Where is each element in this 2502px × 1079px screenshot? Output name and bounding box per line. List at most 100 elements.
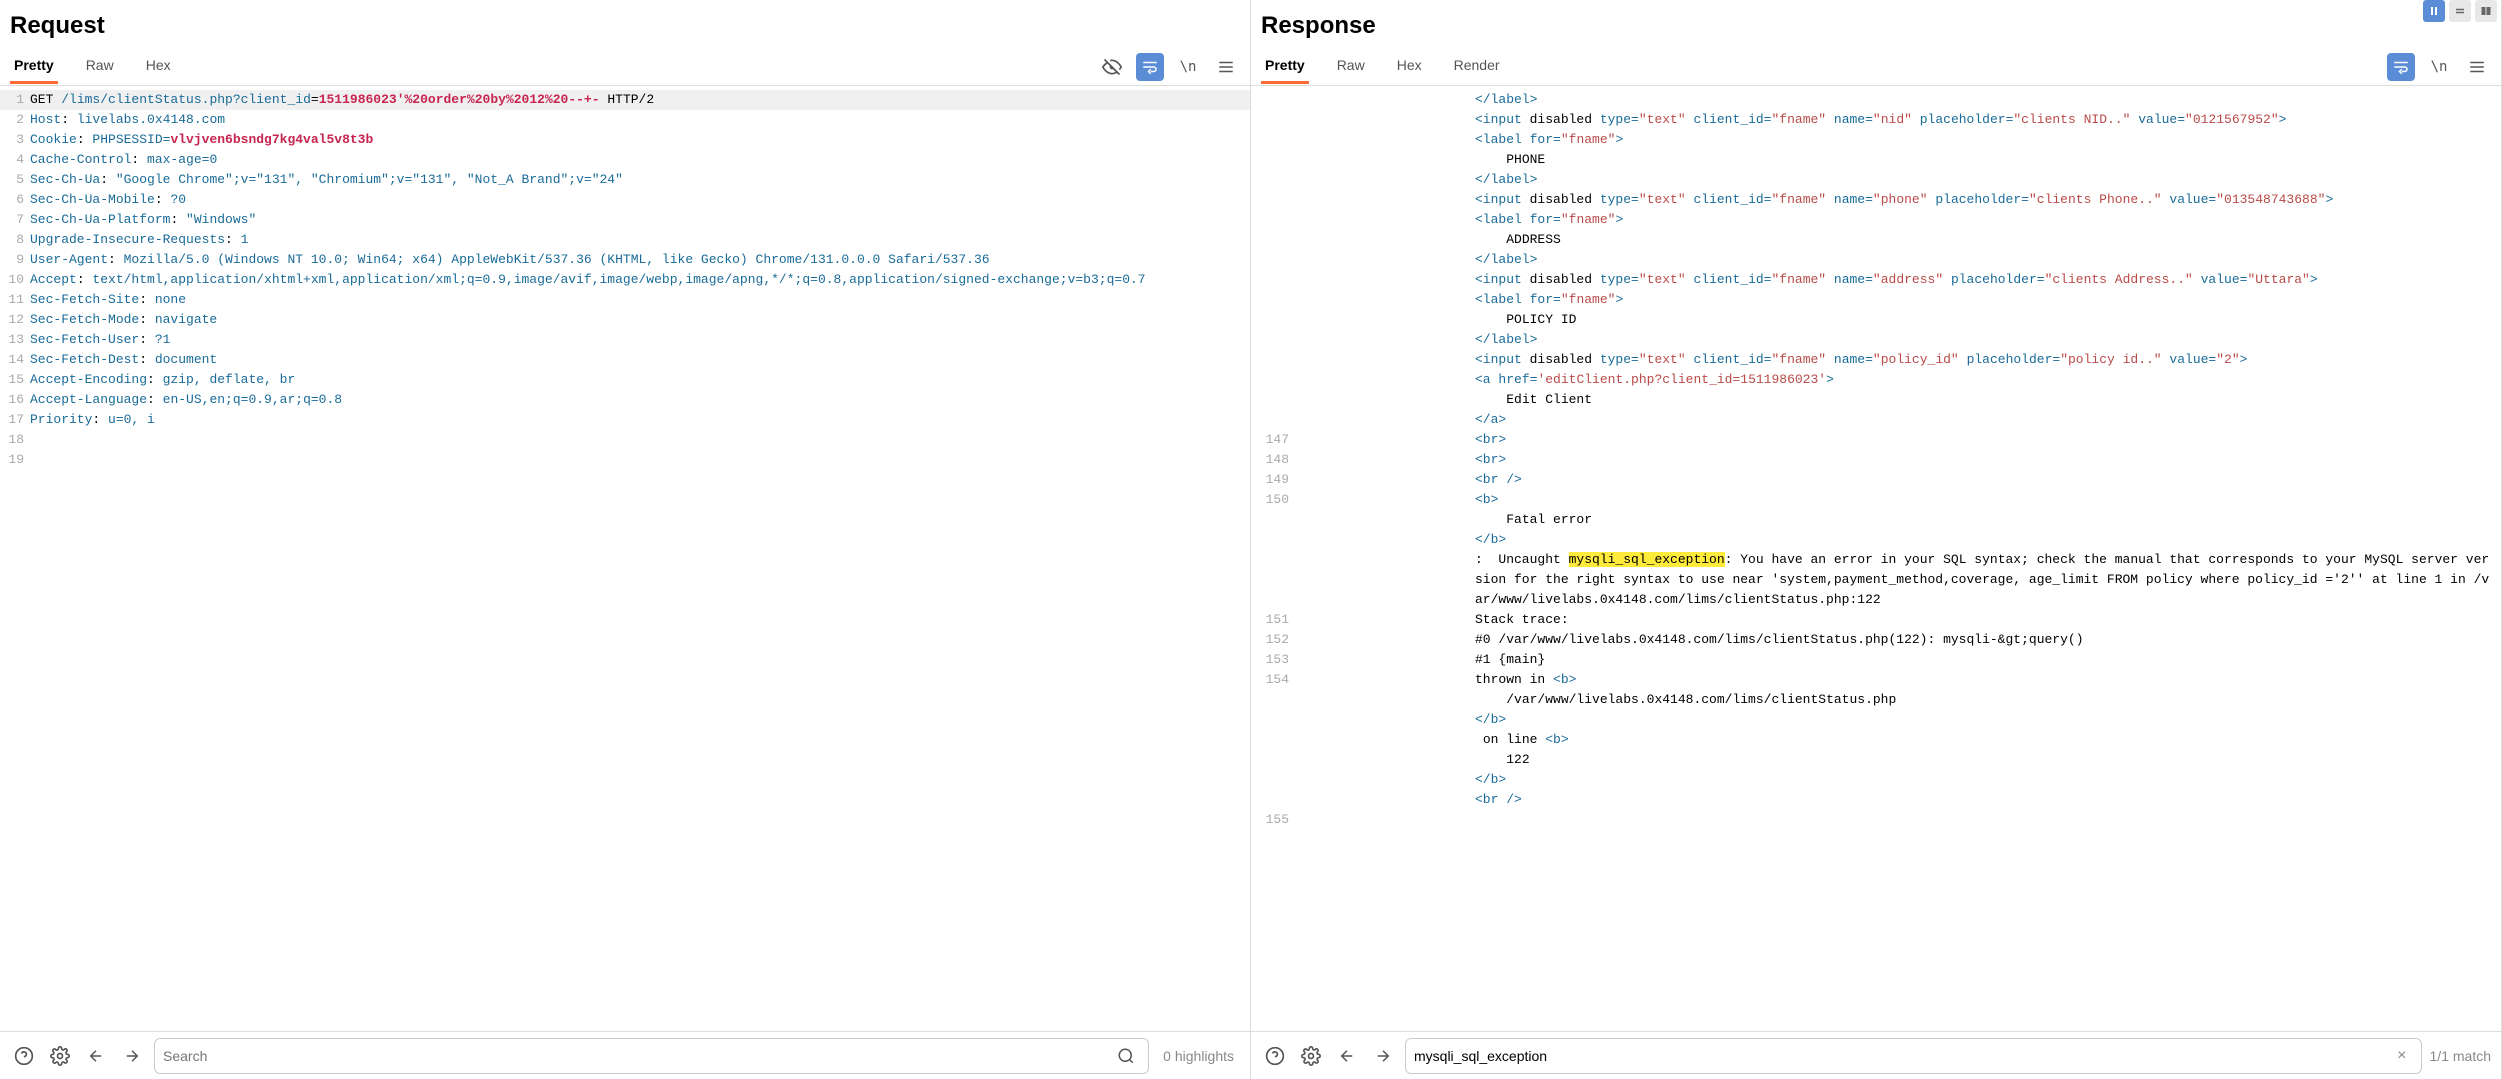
code-line[interactable]: 149<br /> [1251,470,2501,490]
code-line[interactable]: : Uncaught mysqli_sql_exception: You hav… [1251,550,2501,610]
code-line[interactable]: 150<b> [1251,490,2501,510]
line-number: 7 [0,210,30,230]
code-line[interactable]: 11Sec-Fetch-Site: none [0,290,1250,310]
code-line[interactable]: <br /> [1251,790,2501,810]
code-line[interactable]: <label for="fname"> [1251,210,2501,230]
line-number: 1 [0,90,30,110]
code-line[interactable]: 5Sec-Ch-Ua: "Google Chrome";v="131", "Ch… [0,170,1250,190]
code-line[interactable]: 3Cookie: PHPSESSID=vlvjven6bsndg7kg4val5… [0,130,1250,150]
request-search-input[interactable] [163,1048,1112,1064]
code-line[interactable]: 7Sec-Ch-Ua-Platform: "Windows" [0,210,1250,230]
response-code-area[interactable]: </label><input disabled type="text" clie… [1251,86,2501,1031]
code-line[interactable]: 17Priority: u=0, i [0,410,1250,430]
line-number [1251,510,1295,530]
code-line[interactable]: 4Cache-Control: max-age=0 [0,150,1250,170]
code-line[interactable]: 154thrown in <b> [1251,670,2501,690]
code-line[interactable]: 12Sec-Fetch-Mode: navigate [0,310,1250,330]
response-tabbar: Pretty Raw Hex Render \n [1251,48,2501,86]
line-number: 6 [0,190,30,210]
code-line[interactable]: 18 [0,430,1250,450]
line-number: 153 [1251,650,1295,670]
tab-pretty[interactable]: Pretty [10,49,58,84]
code-line[interactable]: </a> [1251,410,2501,430]
code-line[interactable]: POLICY ID [1251,310,2501,330]
response-search-input[interactable] [1414,1048,2391,1064]
help-icon[interactable] [1261,1042,1289,1070]
code-line[interactable]: 14Sec-Fetch-Dest: document [0,350,1250,370]
line-number [1251,710,1295,730]
pause-icon[interactable] [2423,0,2445,22]
tab-raw[interactable]: Raw [1333,49,1369,84]
code-line[interactable]: 6Sec-Ch-Ua-Mobile: ?0 [0,190,1250,210]
code-line[interactable]: 2Host: livelabs.0x4148.com [0,110,1250,130]
code-line[interactable]: 1GET /lims/clientStatus.php?client_id=15… [0,90,1250,110]
search-icon[interactable] [1112,1042,1140,1070]
code-line[interactable]: 8Upgrade-Insecure-Requests: 1 [0,230,1250,250]
layout-icon[interactable] [2475,0,2497,22]
gear-icon[interactable] [46,1042,74,1070]
code-line[interactable]: </b> [1251,770,2501,790]
line-content: <input disabled type="text" client_id="f… [1295,190,2501,210]
request-code-area[interactable]: 1GET /lims/clientStatus.php?client_id=15… [0,86,1250,1031]
code-line[interactable]: </label> [1251,330,2501,350]
code-line[interactable]: 122 [1251,750,2501,770]
code-line[interactable]: 10Accept: text/html,application/xhtml+xm… [0,270,1250,290]
wrap-lines-icon[interactable] [1136,53,1164,81]
code-line[interactable]: 19 [0,450,1250,470]
code-line[interactable]: <input disabled type="text" client_id="f… [1251,110,2501,130]
arrow-right-icon[interactable] [118,1042,146,1070]
code-line[interactable]: <label for="fname"> [1251,290,2501,310]
code-line[interactable]: 153#1 {main} [1251,650,2501,670]
code-line[interactable]: <a href='editClient.php?client_id=151198… [1251,370,2501,390]
line-number: 154 [1251,670,1295,690]
tab-render[interactable]: Render [1450,49,1504,84]
code-line[interactable]: <input disabled type="text" client_id="f… [1251,270,2501,290]
hamburger-icon[interactable] [1212,53,1240,81]
arrow-right-icon[interactable] [1369,1042,1397,1070]
code-line[interactable]: </b> [1251,530,2501,550]
equals-icon[interactable] [2449,0,2471,22]
code-line[interactable]: 152#0 /var/www/livelabs.0x4148.com/lims/… [1251,630,2501,650]
code-line[interactable]: 9User-Agent: Mozilla/5.0 (Windows NT 10.… [0,250,1250,270]
code-line[interactable]: 13Sec-Fetch-User: ?1 [0,330,1250,350]
visibility-off-icon[interactable] [1098,53,1126,81]
tab-raw[interactable]: Raw [82,49,118,84]
arrow-left-icon[interactable] [1333,1042,1361,1070]
line-content: <br> [1295,430,2501,450]
line-number: 14 [0,350,30,370]
code-line[interactable]: 147<br> [1251,430,2501,450]
code-line[interactable]: PHONE [1251,150,2501,170]
line-number: 2 [0,110,30,130]
code-line[interactable]: </label> [1251,90,2501,110]
code-line[interactable]: </label> [1251,250,2501,270]
newline-icon[interactable]: \n [1174,53,1202,81]
clear-icon[interactable]: × [2391,1047,2412,1065]
code-line[interactable]: /var/www/livelabs.0x4148.com/lims/client… [1251,690,2501,710]
arrow-left-icon[interactable] [82,1042,110,1070]
tab-pretty[interactable]: Pretty [1261,49,1309,84]
code-line[interactable]: </b> [1251,710,2501,730]
code-line[interactable]: 151Stack trace: [1251,610,2501,630]
wrap-lines-icon[interactable] [2387,53,2415,81]
code-line[interactable]: 155 [1251,810,2501,830]
code-line[interactable]: on line <b> [1251,730,2501,750]
tab-hex[interactable]: Hex [142,49,175,84]
code-line[interactable]: 148<br> [1251,450,2501,470]
code-line[interactable]: Edit Client [1251,390,2501,410]
code-line[interactable]: <input disabled type="text" client_id="f… [1251,350,2501,370]
code-line[interactable]: <label for="fname"> [1251,130,2501,150]
gear-icon[interactable] [1297,1042,1325,1070]
line-content: GET /lims/clientStatus.php?client_id=151… [30,90,1250,110]
line-number [1251,270,1295,290]
code-line[interactable]: </label> [1251,170,2501,190]
code-line[interactable]: ADDRESS [1251,230,2501,250]
line-content: 122 [1295,750,2501,770]
code-line[interactable]: 16Accept-Language: en-US,en;q=0.9,ar;q=0… [0,390,1250,410]
code-line[interactable]: Fatal error [1251,510,2501,530]
newline-icon[interactable]: \n [2425,53,2453,81]
tab-hex[interactable]: Hex [1393,49,1426,84]
code-line[interactable]: 15Accept-Encoding: gzip, deflate, br [0,370,1250,390]
hamburger-icon[interactable] [2463,53,2491,81]
code-line[interactable]: <input disabled type="text" client_id="f… [1251,190,2501,210]
help-icon[interactable] [10,1042,38,1070]
